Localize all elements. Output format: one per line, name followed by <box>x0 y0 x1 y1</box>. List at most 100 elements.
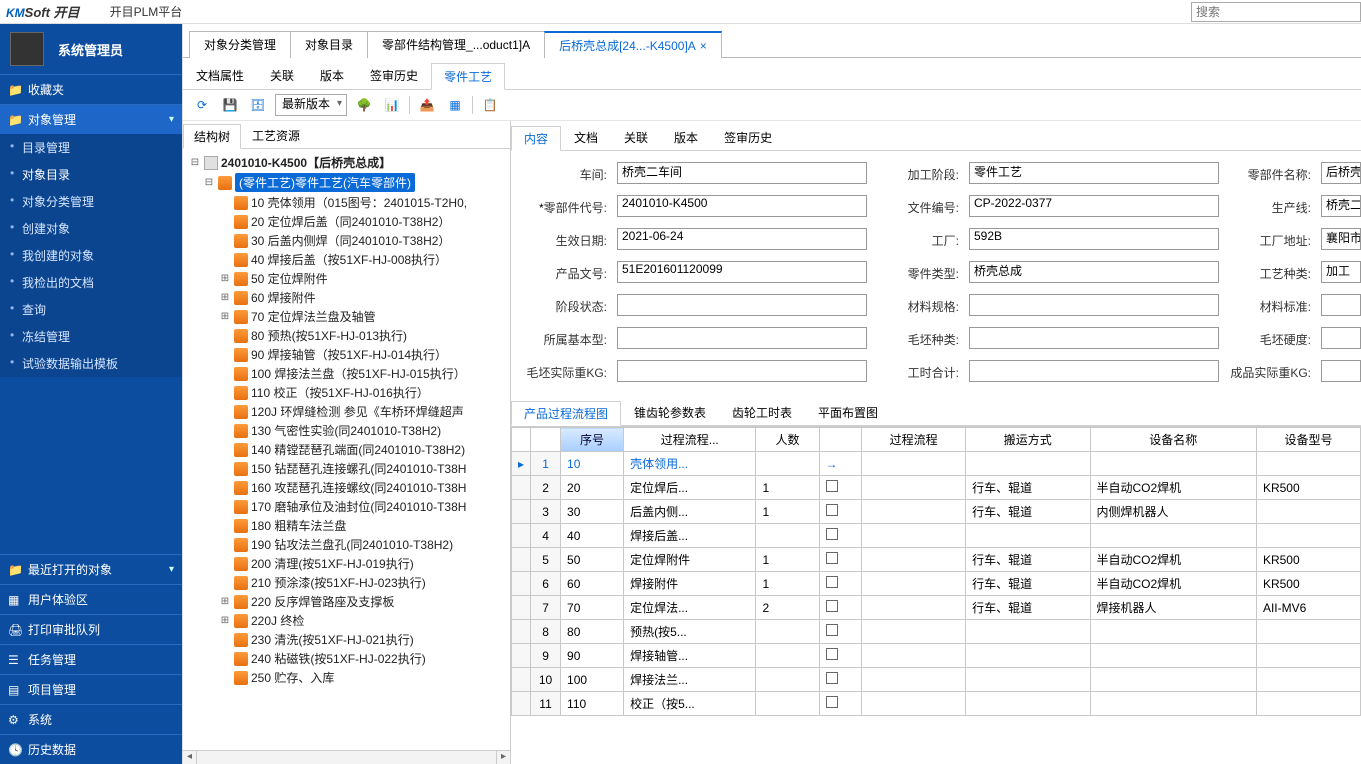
toggle-icon[interactable]: ⊞ <box>219 615 231 626</box>
checkbox-icon[interactable] <box>826 504 838 516</box>
main-tab[interactable]: 零部件结构管理_...oduct1]A <box>367 31 545 58</box>
tree-node[interactable]: 80 预热(按51XF-HJ-013执行) <box>185 326 508 345</box>
sub-tab[interactable]: 关联 <box>257 62 307 89</box>
tree-node[interactable]: 110 校正（按51XF-HJ-016执行） <box>185 383 508 402</box>
tree-node[interactable]: 40 焊接后盖（按51XF-HJ-008执行） <box>185 250 508 269</box>
input-partcode[interactable]: 2401010-K4500 <box>617 195 867 217</box>
tree-node[interactable]: 10 壳体领用（015图号：2401015-T2H0, <box>185 193 508 212</box>
nav-item[interactable]: 我检出的文档 <box>0 269 182 296</box>
input-partname[interactable]: 后桥壳 <box>1321 162 1361 184</box>
tree-node[interactable]: 30 后盖内侧焊（同2401010-T38H2） <box>185 231 508 250</box>
tree-node[interactable]: 120J 环焊缝检测 参见《车桥环焊缝超声 <box>185 402 508 421</box>
horizontal-scrollbar[interactable]: ◂ ▸ <box>183 750 510 764</box>
left-tab[interactable]: 工艺资源 <box>241 123 311 148</box>
table-row[interactable]: 990焊接轴管... <box>512 644 1361 668</box>
global-search-input[interactable] <box>1191 2 1361 22</box>
tree-node[interactable]: 170 磨轴承位及油封位(同2401010-T38H <box>185 497 508 516</box>
tree-node[interactable]: 100 焊接法兰盘（按51XF-HJ-015执行） <box>185 364 508 383</box>
detail-tab[interactable]: 内容 <box>511 126 561 151</box>
table-row[interactable]: 330后盖内侧...1行车、辊道内侧焊机器人 <box>512 500 1361 524</box>
tree-node[interactable]: 20 定位焊后盖（同2401010-T38H2） <box>185 212 508 231</box>
table-row[interactable]: 660焊接附件1行车、辊道半自动CO2焊机KR500 <box>512 572 1361 596</box>
table-row[interactable]: ▸110壳体领用...→ <box>512 452 1361 476</box>
toolbar-chart-icon[interactable]: 📊 <box>381 94 403 116</box>
input-parttype[interactable]: 桥壳总成 <box>969 261 1219 283</box>
nav-item[interactable]: 查询 <box>0 296 182 323</box>
sub-tab[interactable]: 版本 <box>307 62 357 89</box>
table-row[interactable]: 440焊接后盖... <box>512 524 1361 548</box>
version-select[interactable]: 最新版本 <box>275 94 347 116</box>
input-stagestate[interactable] <box>617 294 867 316</box>
grid-header[interactable] <box>819 428 862 452</box>
tree-node[interactable]: 210 预涂漆(按51XF-HJ-023执行) <box>185 573 508 592</box>
main-tab[interactable]: 对象目录 <box>290 31 368 58</box>
main-tab[interactable]: 后桥壳总成[24...-K4500]A× <box>544 31 722 58</box>
checkbox-icon[interactable] <box>826 696 838 708</box>
checkbox-icon[interactable] <box>826 672 838 684</box>
table-row[interactable]: 11110校正（按5... <box>512 692 1361 716</box>
toolbar-save-icon[interactable]: 💾 <box>219 94 241 116</box>
input-hours[interactable] <box>969 360 1219 382</box>
grid-tab[interactable]: 锥齿轮参数表 <box>621 400 719 425</box>
input-basemodel[interactable] <box>617 327 867 349</box>
collapse-icon[interactable]: ⊟ <box>203 177 215 188</box>
input-prodw[interactable] <box>1321 360 1361 382</box>
nav-item[interactable]: 对象目录 <box>0 161 182 188</box>
nav-favorites[interactable]: 📁 收藏夹 <box>0 75 182 104</box>
nav-item[interactable]: 冻结管理 <box>0 323 182 350</box>
detail-tab[interactable]: 关联 <box>611 125 661 150</box>
grid-header[interactable]: 设备名称 <box>1090 428 1256 452</box>
grid-header[interactable]: 过程流程... <box>624 428 756 452</box>
input-matstd[interactable] <box>1321 294 1361 316</box>
toolbar-db-icon[interactable]: 🗄 <box>247 94 269 116</box>
nav-ux[interactable]: ▦用户体验区 <box>0 585 182 614</box>
nav-item[interactable]: 创建对象 <box>0 215 182 242</box>
grid-header[interactable]: 设备型号 <box>1256 428 1360 452</box>
input-workshop[interactable]: 桥壳二车间 <box>617 162 867 184</box>
tree-node[interactable]: 90 焊接轴管（按51XF-HJ-014执行） <box>185 345 508 364</box>
grid-header[interactable]: 人数 <box>756 428 819 452</box>
grid-header[interactable]: 序号 <box>561 428 624 452</box>
toolbar-grid-icon[interactable]: ▦ <box>444 94 466 116</box>
toggle-icon[interactable]: ⊞ <box>219 273 231 284</box>
sub-tab[interactable]: 零件工艺 <box>431 63 505 90</box>
nav-recent[interactable]: 📁最近打开的对象▾ <box>0 555 182 584</box>
tree-node[interactable]: ⊞70 定位焊法兰盘及轴管 <box>185 307 508 326</box>
toggle-icon[interactable]: ⊞ <box>219 596 231 607</box>
sub-tab[interactable]: 签审历史 <box>357 62 431 89</box>
grid-header[interactable]: 搬运方式 <box>966 428 1090 452</box>
table-row[interactable]: 770定位焊法...2行车、辊道焊接机器人AII-MV6 <box>512 596 1361 620</box>
table-row[interactable]: 880预热(按5... <box>512 620 1361 644</box>
toolbar-export-icon[interactable]: 📤 <box>416 94 438 116</box>
tree-node[interactable]: 250 贮存、入库 <box>185 668 508 687</box>
table-row[interactable]: 550定位焊附件1行车、辊道半自动CO2焊机KR500 <box>512 548 1361 572</box>
checkbox-icon[interactable] <box>826 600 838 612</box>
left-tab[interactable]: 结构树 <box>183 124 241 149</box>
checkbox-icon[interactable] <box>826 624 838 636</box>
scroll-right-icon[interactable]: ▸ <box>496 751 510 764</box>
input-factaddr[interactable]: 襄阳市 <box>1321 228 1361 250</box>
detail-tab[interactable]: 签审历史 <box>711 125 785 150</box>
nav-print-queue[interactable]: 🖨打印审批队列 <box>0 615 182 644</box>
close-icon[interactable]: × <box>700 39 707 53</box>
table-row[interactable]: 220定位焊后...1行车、辊道半自动CO2焊机KR500 <box>512 476 1361 500</box>
input-doccode[interactable]: CP-2022-0377 <box>969 195 1219 217</box>
tree-node[interactable]: ⊞220 反序焊管路座及支撑板 <box>185 592 508 611</box>
scroll-left-icon[interactable]: ◂ <box>183 751 197 764</box>
tree-node[interactable]: 150 钻琵琶孔连接螺孔(同2401010-T38H <box>185 459 508 478</box>
toolbar-refresh-icon[interactable]: ⟳ <box>191 94 213 116</box>
checkbox-icon[interactable] <box>826 576 838 588</box>
input-effdate[interactable]: 2021-06-24 <box>617 228 867 250</box>
tree-node[interactable]: 230 清洗(按51XF-HJ-021执行) <box>185 630 508 649</box>
nav-object-management[interactable]: 📁 对象管理 ▾ <box>0 105 182 134</box>
input-matspec[interactable] <box>969 294 1219 316</box>
tree-node[interactable]: 180 粗精车法兰盘 <box>185 516 508 535</box>
input-line[interactable]: 桥壳二 <box>1321 195 1361 217</box>
input-stage[interactable]: 零件工艺 <box>969 162 1219 184</box>
nav-item[interactable]: 试验数据输出模板 <box>0 350 182 377</box>
nav-item[interactable]: 目录管理 <box>0 134 182 161</box>
input-blanktype[interactable] <box>969 327 1219 349</box>
tree-node[interactable]: 190 钻攻法兰盘孔(同2401010-T38H2) <box>185 535 508 554</box>
checkbox-icon[interactable] <box>826 648 838 660</box>
grid-header[interactable]: 过程流程 <box>862 428 966 452</box>
